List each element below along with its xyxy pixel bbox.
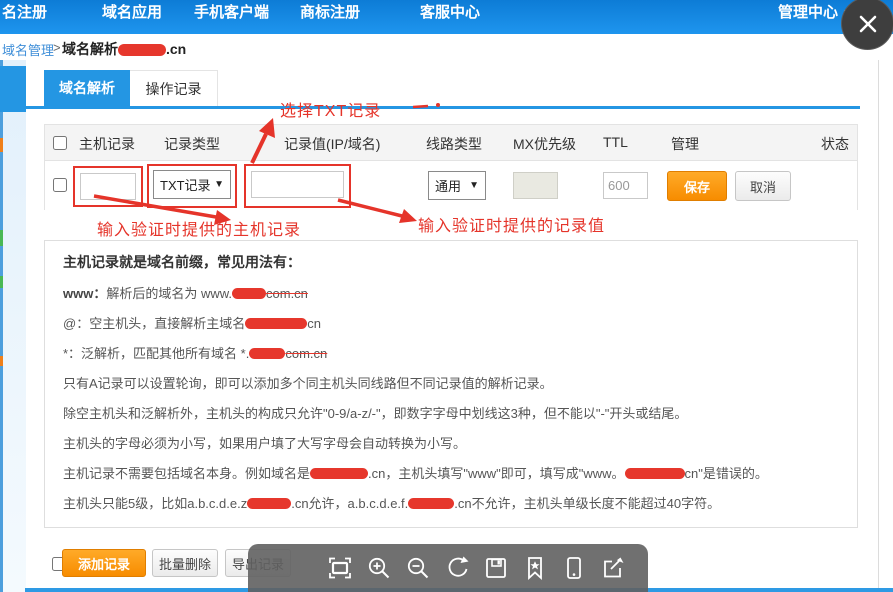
close-button[interactable] xyxy=(841,0,893,50)
breadcrumb-domain-suffix: .cn xyxy=(166,41,186,57)
annotation-choose-txt: 选择TXT记录 xyxy=(280,97,381,121)
bookmark-icon[interactable] xyxy=(522,555,548,581)
nav-item-mobile[interactable]: 手机客户端 xyxy=(194,1,269,22)
share-icon[interactable] xyxy=(600,555,626,581)
breadcrumb-separator: > xyxy=(53,40,61,55)
nav-item-register[interactable]: 名注册 xyxy=(2,1,47,22)
col-value: 记录值(IP/域名) xyxy=(284,134,380,154)
select-all-checkbox[interactable] xyxy=(53,136,67,150)
breadcrumb: 域名管理 > 域名解析 .cn xyxy=(0,34,893,60)
breadcrumb-domain-manage[interactable]: 域名管理 xyxy=(2,40,54,59)
redacted-domain-scribble xyxy=(249,348,285,359)
annotation-value-hint: 输入验证时提供的记录值 xyxy=(418,212,605,236)
domain-dns-page: 名注册 域名应用 手机客户端 商标注册 客服中心 管理中心 域名管理 > 域名解… xyxy=(0,0,893,592)
device-icon[interactable] xyxy=(561,555,587,581)
help-line-lowercase: 主机头的字母必须为小写，如果用户填了大写字母会自动转换为小写。 xyxy=(63,435,847,452)
breadcrumb-current-page: 域名解析 .cn xyxy=(62,39,186,59)
row-checkbox[interactable] xyxy=(53,178,67,192)
value-input-highlight xyxy=(244,164,351,208)
col-status: 状态 xyxy=(821,134,849,154)
cancel-button[interactable]: 取消 xyxy=(735,171,791,201)
nav-item-trademark[interactable]: 商标注册 xyxy=(300,1,360,22)
batch-delete-button[interactable]: 批量删除 xyxy=(152,549,218,577)
tab-operation-log[interactable]: 操作记录 xyxy=(130,70,218,106)
col-host: 主机记录 xyxy=(79,134,135,154)
zoom-in-icon[interactable] xyxy=(366,555,392,581)
help-line-at: @：空主机头，直接解析主域名cn xyxy=(63,315,847,332)
page-right-border xyxy=(878,60,879,592)
ttl-input[interactable] xyxy=(603,172,648,199)
col-ttl: TTL xyxy=(603,134,628,150)
line-type-select[interactable]: 通用 ▼ xyxy=(428,171,486,200)
rail-orange-dash xyxy=(0,138,3,152)
zoom-out-icon[interactable] xyxy=(405,555,431,581)
rail-orange-dash xyxy=(0,356,3,366)
manage-center-label: 管理中心 xyxy=(778,4,838,21)
help-line-charset: 除空主机头和泛解析外，主机头的构成只允许"0-9/a-z/-"，即数字字母中划线… xyxy=(63,405,847,422)
save-button[interactable]: 保存 xyxy=(667,171,727,201)
mx-priority-input xyxy=(513,172,558,199)
help-line-levels: 主机头只能5级，比如a.b.c.d.e.z.cn允许，a.b.c.d.e.f..… xyxy=(63,495,847,512)
col-line: 线路类型 xyxy=(426,134,482,154)
rotate-icon[interactable] xyxy=(444,555,470,581)
line-type-value: 通用 xyxy=(435,176,461,195)
redacted-domain-scribble xyxy=(625,468,685,479)
nav-item-apps[interactable]: 域名应用 xyxy=(102,1,162,22)
new-record-row: TXT记录 ▼ 通用 ▼ 保存 取消 xyxy=(45,161,857,210)
help-line-www: www：解析后的域名为 www.com.cn xyxy=(63,285,847,302)
type-select-highlight xyxy=(147,164,237,208)
dns-record-table: 主机记录 记录类型 记录值(IP/域名) 线路类型 MX优先级 TTL 管理 状… xyxy=(44,124,858,210)
rail-green-dash xyxy=(0,230,3,246)
col-mx: MX优先级 xyxy=(513,134,576,154)
table-header-row: 主机记录 记录类型 记录值(IP/域名) 线路类型 MX优先级 TTL 管理 状… xyxy=(45,125,857,161)
fit-screen-icon[interactable] xyxy=(327,555,353,581)
help-line-no-domain: 主机记录不需要包括域名本身。例如域名是.cn，主机头填写"www"即可，填写成"… xyxy=(63,465,847,482)
redacted-domain-scribble xyxy=(245,318,307,329)
save-icon[interactable] xyxy=(483,555,509,581)
add-record-button[interactable]: 添加记录 xyxy=(62,549,146,577)
redacted-domain-scribble xyxy=(310,468,368,479)
col-manage: 管理 xyxy=(671,134,699,154)
tab-dns-resolve[interactable]: 域名解析 xyxy=(44,70,130,106)
col-type: 记录类型 xyxy=(164,134,220,154)
select-caret-icon: ▼ xyxy=(469,180,479,191)
viewer-toolbar xyxy=(248,544,648,592)
rail-active-block xyxy=(0,66,26,112)
redacted-domain-scribble xyxy=(232,288,266,299)
rail-green-dash xyxy=(0,276,3,288)
redacted-domain-scribble xyxy=(247,498,291,509)
help-line-a-record: 只有A记录可以设置轮询，即可以添加多个同主机头同线路但不同记录值的解析记录。 xyxy=(63,375,847,392)
host-input-highlight xyxy=(73,166,143,207)
tab-underline xyxy=(25,106,860,109)
annotation-host-hint: 输入验证时提供的主机记录 xyxy=(97,216,301,240)
nav-item-support[interactable]: 客服中心 xyxy=(420,1,480,22)
help-line-wildcard: *：泛解析，匹配其他所有域名 *.com.cn xyxy=(63,345,847,362)
help-title: 主机记录就是域名前缀，常见用法有： xyxy=(63,254,847,271)
top-nav: 名注册 域名应用 手机客户端 商标注册 客服中心 管理中心 xyxy=(0,0,893,34)
breadcrumb-page-label: 域名解析 xyxy=(62,41,118,57)
redacted-domain-scribble xyxy=(408,498,454,509)
close-icon xyxy=(856,12,880,36)
redacted-domain-scribble xyxy=(118,44,166,56)
help-box: 主机记录就是域名前缀，常见用法有： www：解析后的域名为 www.com.cn… xyxy=(44,240,858,528)
left-rail xyxy=(0,60,26,592)
